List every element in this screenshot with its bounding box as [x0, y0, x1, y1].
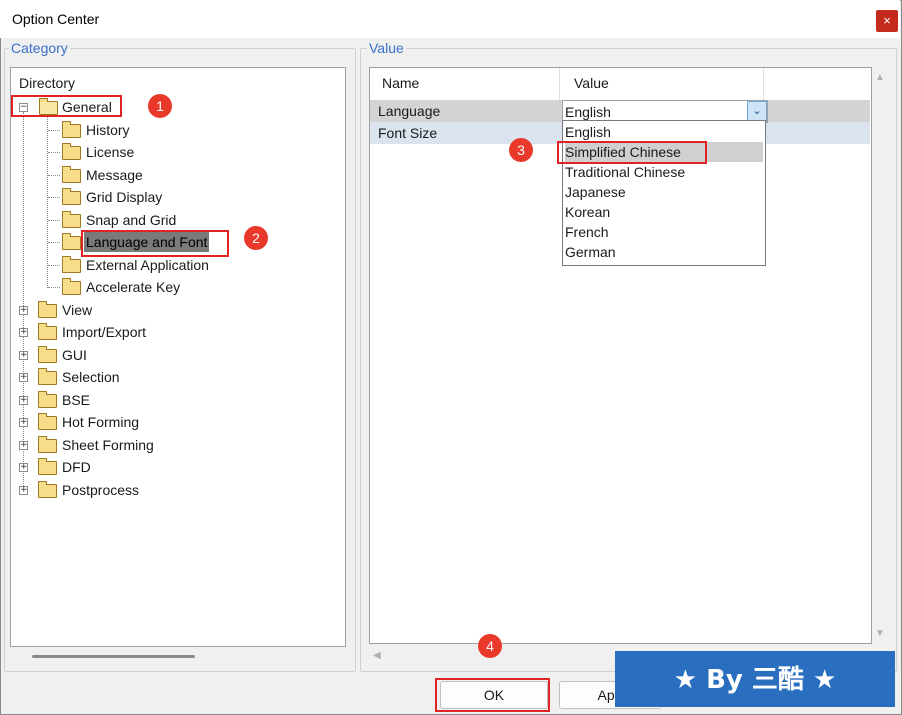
expand-icon[interactable]: + — [19, 418, 28, 427]
tree-node-label: Hot Forming — [62, 414, 140, 430]
folder-icon — [62, 233, 81, 250]
annotation-box-ok — [435, 678, 550, 712]
tree-node-label: Selection — [62, 369, 120, 385]
tree-connector — [48, 287, 60, 288]
expand-icon[interactable]: + — [19, 463, 28, 472]
tree-connector — [48, 130, 60, 131]
folder-icon — [38, 458, 57, 475]
tree-node-label: DFD — [62, 459, 91, 475]
tree-node-grid-display[interactable]: Grid Display — [11, 187, 311, 207]
watermark-banner: ★ By 三酷 ★ — [615, 651, 895, 707]
tree-node-label: Message — [86, 167, 143, 183]
expand-icon[interactable]: + — [19, 396, 28, 405]
column-header-value[interactable]: Value — [562, 68, 764, 100]
tree-node-label: Accelerate Key — [86, 279, 181, 295]
category-label: Category — [9, 40, 70, 56]
folder-icon — [62, 211, 81, 228]
folder-icon — [62, 256, 81, 273]
annotation-box-language-and-font — [81, 230, 229, 257]
tree-node-label: Postprocess — [62, 482, 140, 498]
tree-node-label: BSE — [62, 392, 91, 408]
annotation-box-simplified-chinese — [557, 141, 707, 164]
tree-node-license[interactable]: License — [11, 142, 311, 162]
tree-node-snap-and-grid[interactable]: Snap and Grid — [11, 210, 311, 230]
tree-connector — [48, 152, 60, 153]
folder-icon — [62, 143, 81, 160]
window-title: Option Center — [12, 11, 100, 27]
tree-node-accelerate-key[interactable]: Accelerate Key — [11, 277, 311, 297]
dropdown-option-german[interactable]: German — [565, 242, 763, 262]
tree-node-label: Grid Display — [86, 189, 163, 205]
folder-icon — [38, 301, 57, 318]
annotation-box-general — [11, 95, 122, 117]
dropdown-option-japanese[interactable]: Japanese — [565, 182, 763, 202]
property-name: Language — [378, 103, 441, 119]
folder-icon — [38, 413, 57, 430]
tree-node-message[interactable]: Message — [11, 165, 311, 185]
expand-icon[interactable]: + — [19, 441, 28, 450]
folder-icon — [38, 323, 57, 340]
tree-connector — [48, 175, 60, 176]
directory-header: Directory — [19, 75, 76, 91]
tree-node-label: GUI — [62, 347, 87, 363]
annotation-badge-4: 4 — [478, 634, 502, 658]
tree-node-label: Import/Export — [62, 324, 147, 340]
tree-node-label: License — [86, 144, 135, 160]
scroll-left-arrow-icon[interactable]: ◀ — [373, 650, 381, 661]
expand-icon[interactable]: + — [19, 373, 28, 382]
dropdown-option-traditional-chinese[interactable]: Traditional Chinese — [565, 162, 763, 182]
chevron-down-icon[interactable]: ⌄ — [747, 101, 767, 122]
tree-node-gui[interactable]: + GUI — [11, 345, 311, 365]
tree-node-import-export[interactable]: + Import/Export — [11, 322, 311, 342]
dropdown-option-english[interactable]: English — [565, 122, 763, 142]
category-tree[interactable]: Directory − General History License Mess… — [10, 67, 346, 647]
folder-icon — [62, 121, 81, 138]
tree-node-bse[interactable]: + BSE — [11, 390, 311, 410]
title-bar — [0, 0, 900, 38]
expand-icon[interactable]: + — [19, 486, 28, 495]
tree-node-label: Snap and Grid — [86, 212, 177, 228]
annotation-badge-3: 3 — [509, 138, 533, 162]
tree-node-external-application[interactable]: External Application — [11, 255, 311, 275]
expand-icon[interactable]: + — [19, 306, 28, 315]
tree-node-label: External Application — [86, 257, 209, 273]
tree-node-view[interactable]: + View — [11, 300, 311, 320]
tree-node-selection[interactable]: + Selection — [11, 367, 311, 387]
scroll-down-arrow-icon[interactable]: ▼ — [875, 628, 885, 639]
tree-node-hot-forming[interactable]: + Hot Forming — [11, 412, 311, 432]
tree-node-label: View — [62, 302, 93, 318]
folder-icon — [62, 166, 81, 183]
tree-connector — [48, 220, 60, 221]
tree-connector — [48, 265, 60, 266]
folder-icon — [38, 436, 57, 453]
language-combobox-value: English — [565, 104, 611, 120]
folder-icon — [38, 481, 57, 498]
tree-node-label: Sheet Forming — [62, 437, 154, 453]
folder-icon — [38, 391, 57, 408]
expand-icon[interactable]: + — [19, 328, 28, 337]
tree-node-dfd[interactable]: + DFD — [11, 457, 311, 477]
folder-icon — [38, 368, 57, 385]
tree-connector — [48, 242, 60, 243]
column-header-name[interactable]: Name — [370, 68, 560, 100]
value-label: Value — [367, 40, 406, 56]
tree-node-postprocess[interactable]: + Postprocess — [11, 480, 311, 500]
property-name: Font Size — [378, 125, 438, 141]
folder-icon — [62, 188, 81, 205]
annotation-badge-1: 1 — [148, 94, 172, 118]
folder-icon — [38, 346, 57, 363]
scroll-up-arrow-icon[interactable]: ▲ — [875, 72, 885, 83]
tree-node-history[interactable]: History — [11, 120, 311, 140]
annotation-badge-2: 2 — [244, 226, 268, 250]
tree-node-sheet-forming[interactable]: + Sheet Forming — [11, 435, 311, 455]
category-hscroll-thumb[interactable] — [32, 655, 195, 658]
dropdown-option-french[interactable]: French — [565, 222, 763, 242]
close-button[interactable]: × — [876, 10, 898, 32]
folder-icon — [62, 278, 81, 295]
expand-icon[interactable]: + — [19, 351, 28, 360]
tree-node-label: History — [86, 122, 130, 138]
dropdown-option-korean[interactable]: Korean — [565, 202, 763, 222]
tree-connector — [48, 197, 60, 198]
